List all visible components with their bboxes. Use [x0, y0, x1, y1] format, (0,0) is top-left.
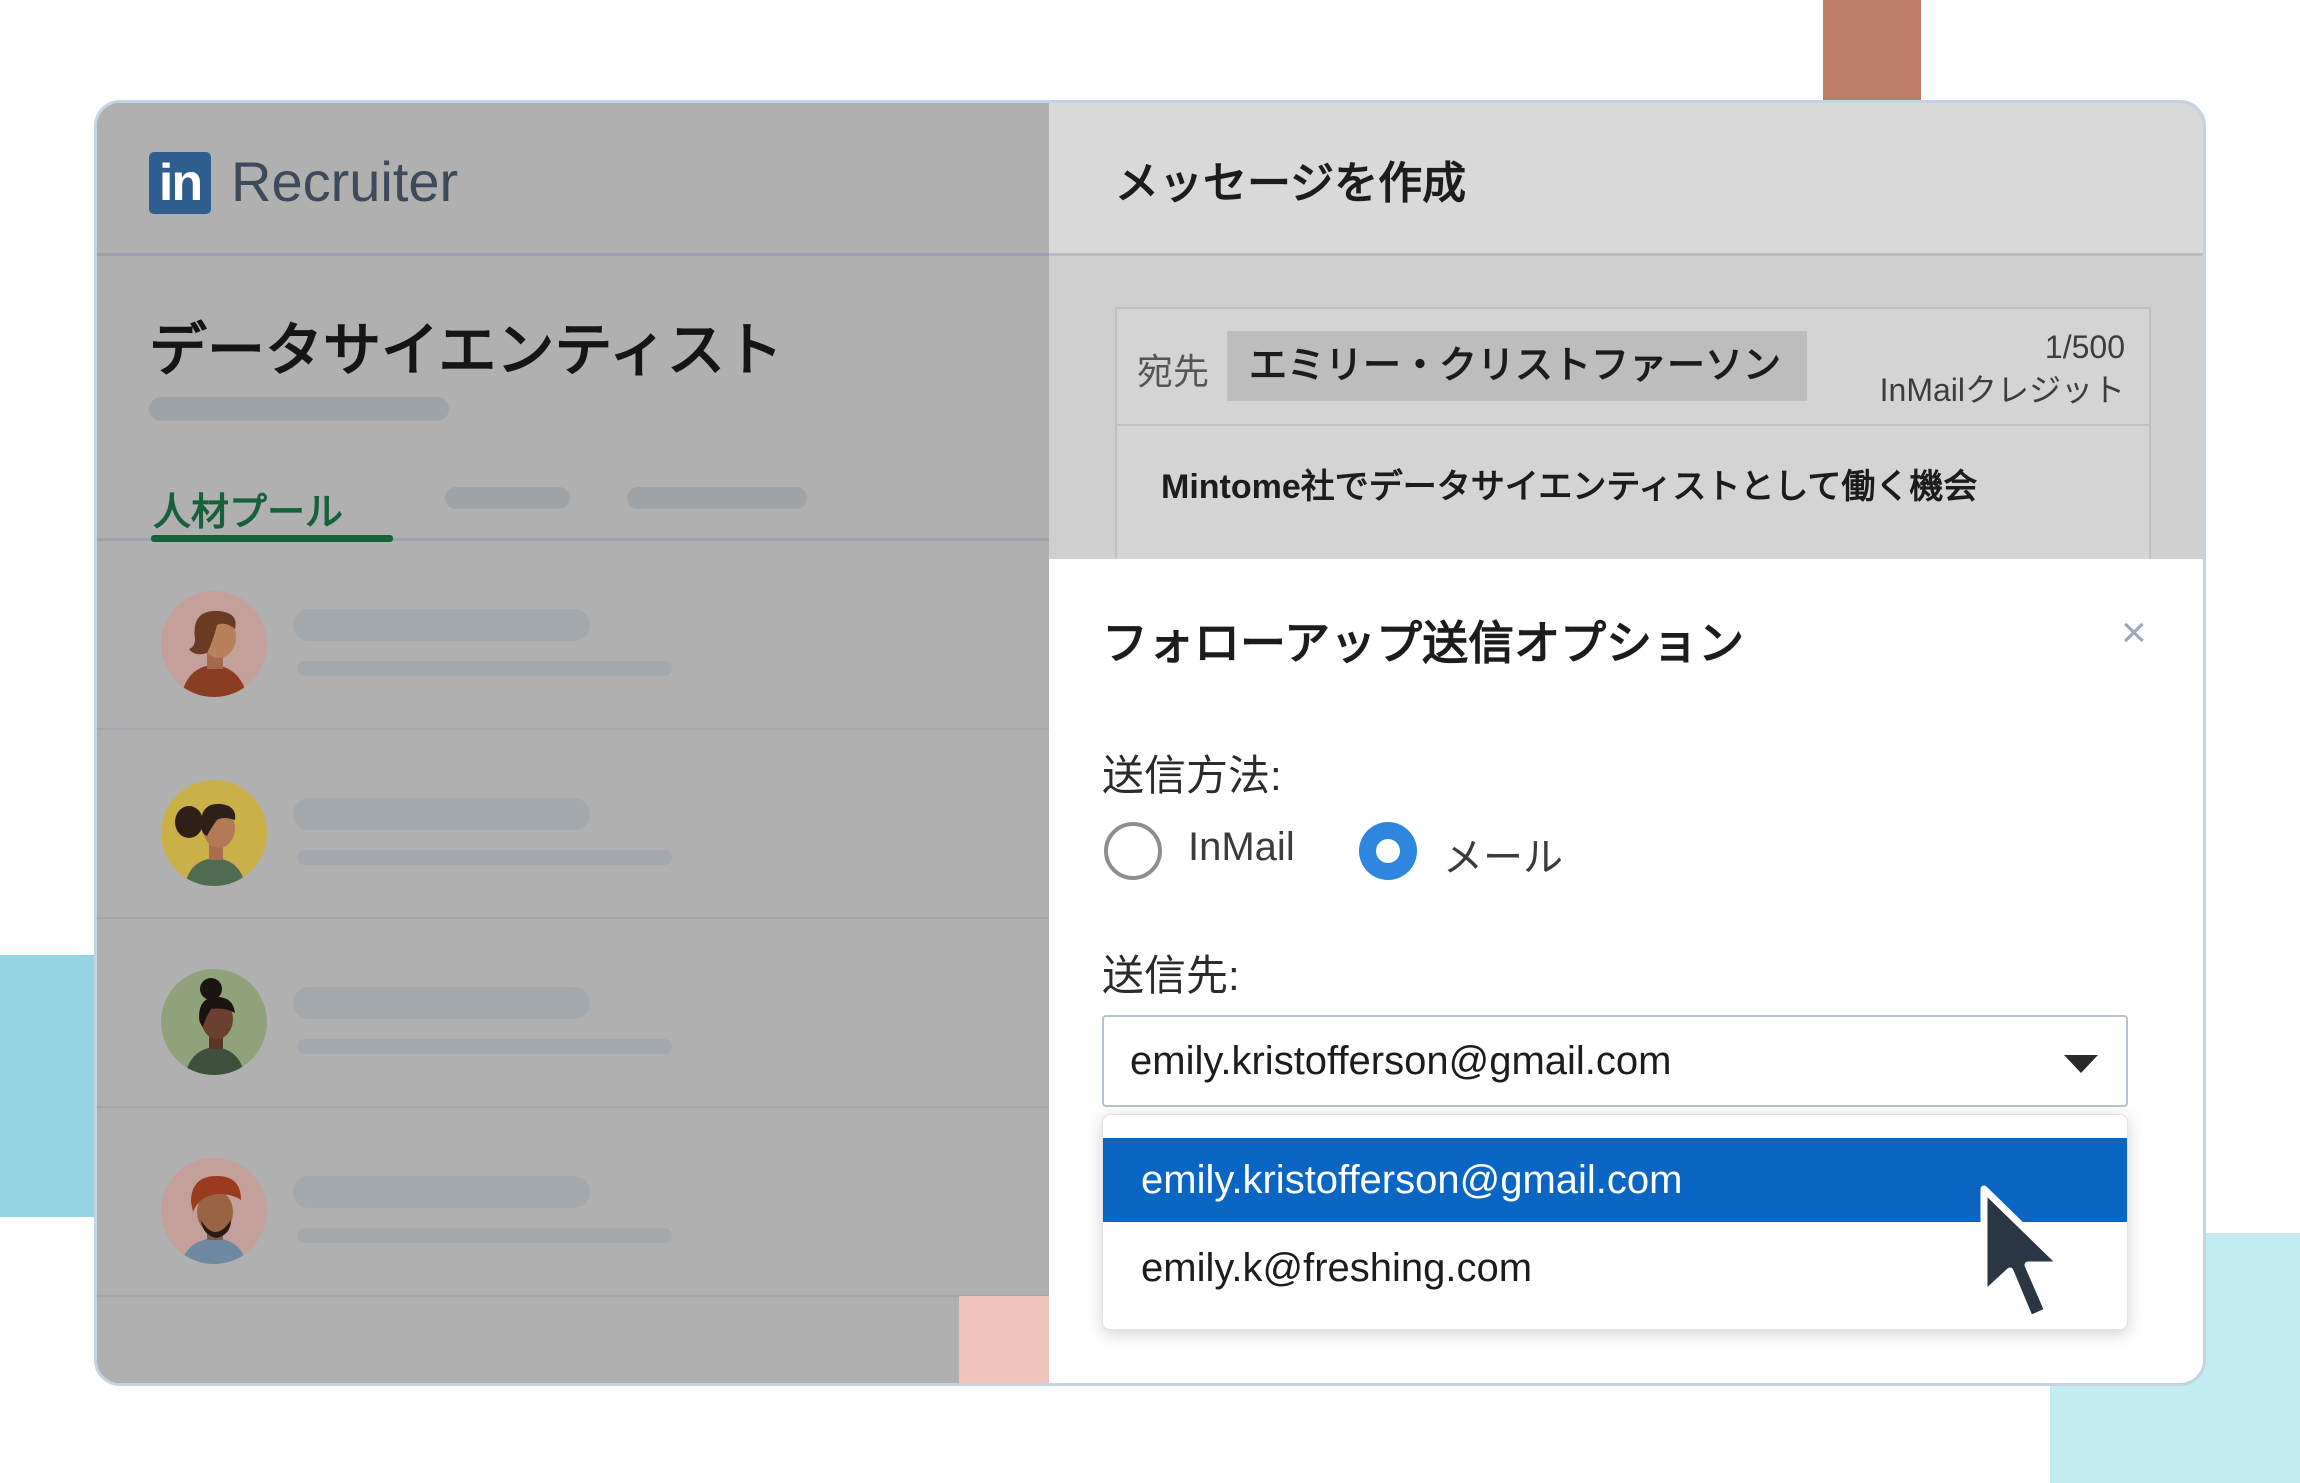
name-placeholder: [293, 1176, 590, 1208]
email-option-freshing[interactable]: emily.k@freshing.com: [1103, 1226, 2127, 1310]
name-placeholder: [293, 798, 590, 830]
email-dropdown-menu: emily.kristofferson@gmail.com emily.k@fr…: [1102, 1114, 2128, 1330]
tab-placeholder-2[interactable]: [445, 487, 570, 509]
recipient-chip[interactable]: エミリー・クリストファーソン: [1227, 331, 1807, 401]
decorative-block-blue-left: [0, 955, 96, 1217]
headline-placeholder: [297, 850, 672, 865]
headline-placeholder: [297, 1228, 672, 1243]
radio-inmail[interactable]: [1104, 822, 1162, 880]
chevron-down-icon[interactable]: [2064, 1055, 2098, 1073]
candidate-row[interactable]: [97, 919, 1049, 1108]
subject-field[interactable]: Mintome社でデータサイエンティストとして働く機会: [1161, 459, 1977, 508]
candidate-row[interactable]: [97, 730, 1049, 919]
tab-talent-pool[interactable]: 人材プール: [153, 481, 343, 536]
avatar: [161, 780, 267, 886]
inmail-credit-count: 1/500: [2044, 329, 2125, 365]
tab-placeholder-3[interactable]: [627, 487, 807, 509]
name-placeholder: [293, 609, 590, 641]
radio-email-label[interactable]: メール: [1443, 825, 1563, 883]
candidate-row[interactable]: [97, 541, 1049, 730]
compose-header: メッセージを作成: [1049, 103, 2203, 256]
project-pane: in Recruiter データサイエンティスト 人材プール: [97, 103, 1049, 1383]
headline-placeholder: [297, 1039, 672, 1054]
email-select[interactable]: emily.kristofferson@gmail.com: [1102, 1015, 2128, 1107]
inmail-credit-label: InMailクレジット: [1879, 372, 2125, 408]
email-select-value: emily.kristofferson@gmail.com: [1130, 1039, 1672, 1083]
mouse-pointer-icon: [1980, 1185, 2066, 1323]
project-title: データサイエンティスト: [149, 318, 783, 383]
candidate-row[interactable]: [97, 1108, 1049, 1297]
app-header: in Recruiter: [97, 103, 1049, 256]
radio-inmail-label[interactable]: InMail: [1188, 825, 1295, 870]
name-placeholder: [293, 987, 590, 1019]
headline-placeholder: [297, 661, 672, 676]
compose-form: 宛先 エミリー・クリストファーソン 1/500 InMailクレジット Mint…: [1115, 307, 2151, 597]
avatar: [161, 591, 267, 697]
destination-label: 送信先:: [1102, 952, 1240, 999]
email-option-gmail[interactable]: emily.kristofferson@gmail.com: [1103, 1138, 2127, 1222]
avatar: [161, 1158, 267, 1264]
recruiter-window: in Recruiter データサイエンティスト 人材プール メッセージを作成 …: [94, 100, 2206, 1386]
decorative-block-pink: [959, 1296, 1049, 1383]
app-name: Recruiter: [231, 150, 459, 213]
decorative-block-rust: [1823, 0, 1921, 104]
close-icon[interactable]: ×: [2121, 611, 2147, 655]
linkedin-logo-icon: in: [149, 152, 211, 214]
dialog-title: フォローアップ送信オプション: [1102, 617, 1745, 669]
subtitle-placeholder: [149, 397, 449, 421]
compose-title: メッセージを作成: [1115, 159, 1467, 208]
recipient-row: 宛先 エミリー・クリストファーソン 1/500 InMailクレジット: [1117, 309, 2149, 426]
avatar: [161, 969, 267, 1075]
to-label: 宛先: [1137, 351, 1210, 392]
radio-email[interactable]: [1359, 822, 1417, 880]
send-method-label: 送信方法:: [1102, 752, 1282, 799]
